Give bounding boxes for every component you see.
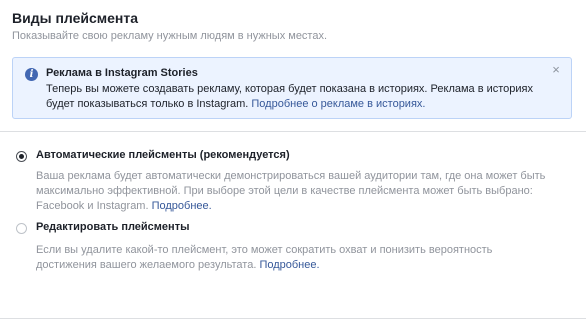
bottom-divider (0, 318, 586, 319)
automatic-placements-radio[interactable] (16, 151, 27, 162)
edit-placements-description: Если вы удалите какой-то плейсмент, это … (36, 243, 556, 273)
close-icon[interactable]: × (549, 63, 563, 77)
automatic-placements-text: Ваша реклама будет автоматически демонст… (36, 170, 546, 212)
automatic-placements-label[interactable]: Автоматические плейсменты (рекомендуется… (36, 149, 290, 161)
stories-learn-more-link[interactable]: Подробнее о рекламе в историях. (251, 98, 425, 110)
automatic-placements-description: Ваша реклама будет автоматически демонст… (36, 169, 556, 214)
instagram-stories-notice: i Реклама в Instagram Stories Теперь вы … (12, 57, 572, 119)
automatic-placements-learn-more-link[interactable]: Подробнее. (152, 200, 212, 212)
section-title: Виды плейсмента (12, 10, 139, 26)
notice-text: Теперь вы можете создавать рекламу, кото… (46, 82, 546, 112)
info-icon: i (25, 68, 38, 81)
divider (0, 131, 586, 132)
section-subtitle: Показывайте свою рекламу нужным людям в … (12, 30, 328, 42)
edit-placements-radio[interactable] (16, 223, 27, 234)
edit-placements-label[interactable]: Редактировать плейсменты (36, 221, 189, 233)
edit-placements-learn-more-link[interactable]: Подробнее. (259, 259, 319, 271)
notice-title: Реклама в Instagram Stories (46, 67, 198, 79)
